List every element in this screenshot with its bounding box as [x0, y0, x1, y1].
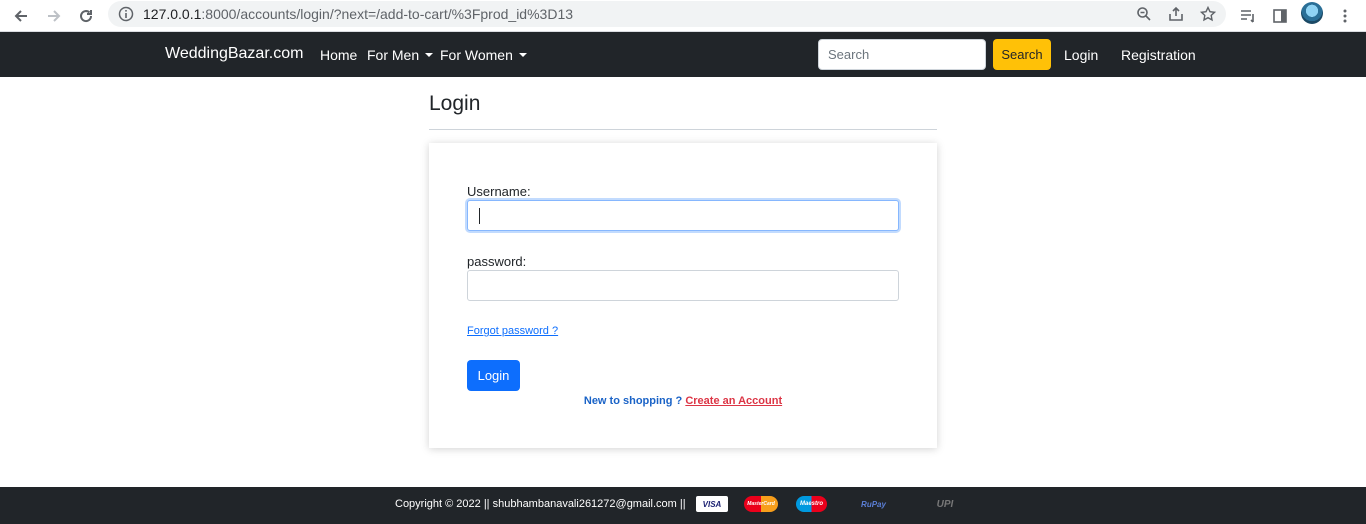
password-label: password:	[467, 254, 527, 269]
nav-for-men-dropdown[interactable]: For Men	[367, 47, 434, 63]
menu-kebab-icon[interactable]	[1333, 4, 1357, 28]
caret-down-icon	[518, 53, 527, 57]
back-arrow-icon[interactable]	[9, 4, 33, 28]
bookmark-star-icon[interactable]	[1200, 6, 1216, 22]
zoom-icon[interactable]	[1136, 6, 1152, 22]
url-text: 127.0.0.1:8000/accounts/login/?next=/add…	[143, 6, 573, 22]
upi-logo: UPI	[936, 498, 954, 510]
site-info-icon[interactable]	[118, 6, 134, 22]
address-bar[interactable]: 127.0.0.1:8000/accounts/login/?next=/add…	[108, 1, 1226, 27]
username-input[interactable]	[467, 200, 899, 231]
page-title: Login	[429, 92, 481, 115]
mastercard-logo: MasterCard	[744, 496, 778, 512]
site-navbar: WeddingBazar.com Home For Men For Women …	[0, 32, 1366, 77]
side-panel-icon[interactable]	[1268, 4, 1292, 28]
share-icon[interactable]	[1168, 6, 1184, 22]
nav-login[interactable]: Login	[1064, 47, 1098, 63]
browser-toolbar: 127.0.0.1:8000/accounts/login/?next=/add…	[0, 0, 1366, 32]
create-account-link[interactable]: Create an Account	[685, 395, 782, 407]
login-card: Username: password: Forgot password ? Lo…	[429, 143, 937, 448]
nav-registration[interactable]: Registration	[1121, 47, 1196, 63]
reload-icon[interactable]	[74, 4, 98, 28]
brand-link[interactable]: WeddingBazar.com	[165, 45, 303, 63]
search-input[interactable]: Search	[818, 39, 986, 70]
forward-arrow-icon[interactable]	[42, 4, 66, 28]
nav-for-women-dropdown[interactable]: For Women	[440, 47, 527, 63]
footer: Copyright © 2022 || shubhambanavali26127…	[0, 487, 1366, 524]
search-button[interactable]: Search	[993, 39, 1051, 70]
nav-for-men-label: For Men	[367, 47, 420, 63]
username-label: Username:	[467, 184, 531, 199]
new-to-shopping: New to shopping ? Create an Account	[429, 395, 937, 407]
visa-logo: VISA	[696, 496, 728, 512]
rupay-logo: RuPay	[861, 499, 886, 509]
caret-down-icon	[425, 53, 434, 57]
new-to-shopping-text: New to shopping ?	[583, 395, 683, 407]
reading-list-icon[interactable]	[1236, 4, 1260, 28]
password-input[interactable]	[467, 270, 899, 301]
url-host: 127.0.0.1	[143, 6, 202, 22]
text-cursor	[479, 208, 480, 224]
forgot-password-link[interactable]: Forgot password ?	[467, 325, 558, 337]
copyright-text: Copyright © 2022 || shubhambanavali26127…	[395, 498, 686, 510]
nav-home[interactable]: Home	[320, 47, 357, 63]
maestro-logo: Maestro	[796, 496, 827, 512]
url-path: :8000/accounts/login/?next=/add-to-cart/…	[201, 6, 574, 22]
profile-avatar[interactable]	[1301, 2, 1323, 24]
login-button[interactable]: Login	[467, 360, 520, 391]
nav-for-women-label: For Women	[440, 47, 513, 63]
title-divider	[429, 129, 937, 130]
